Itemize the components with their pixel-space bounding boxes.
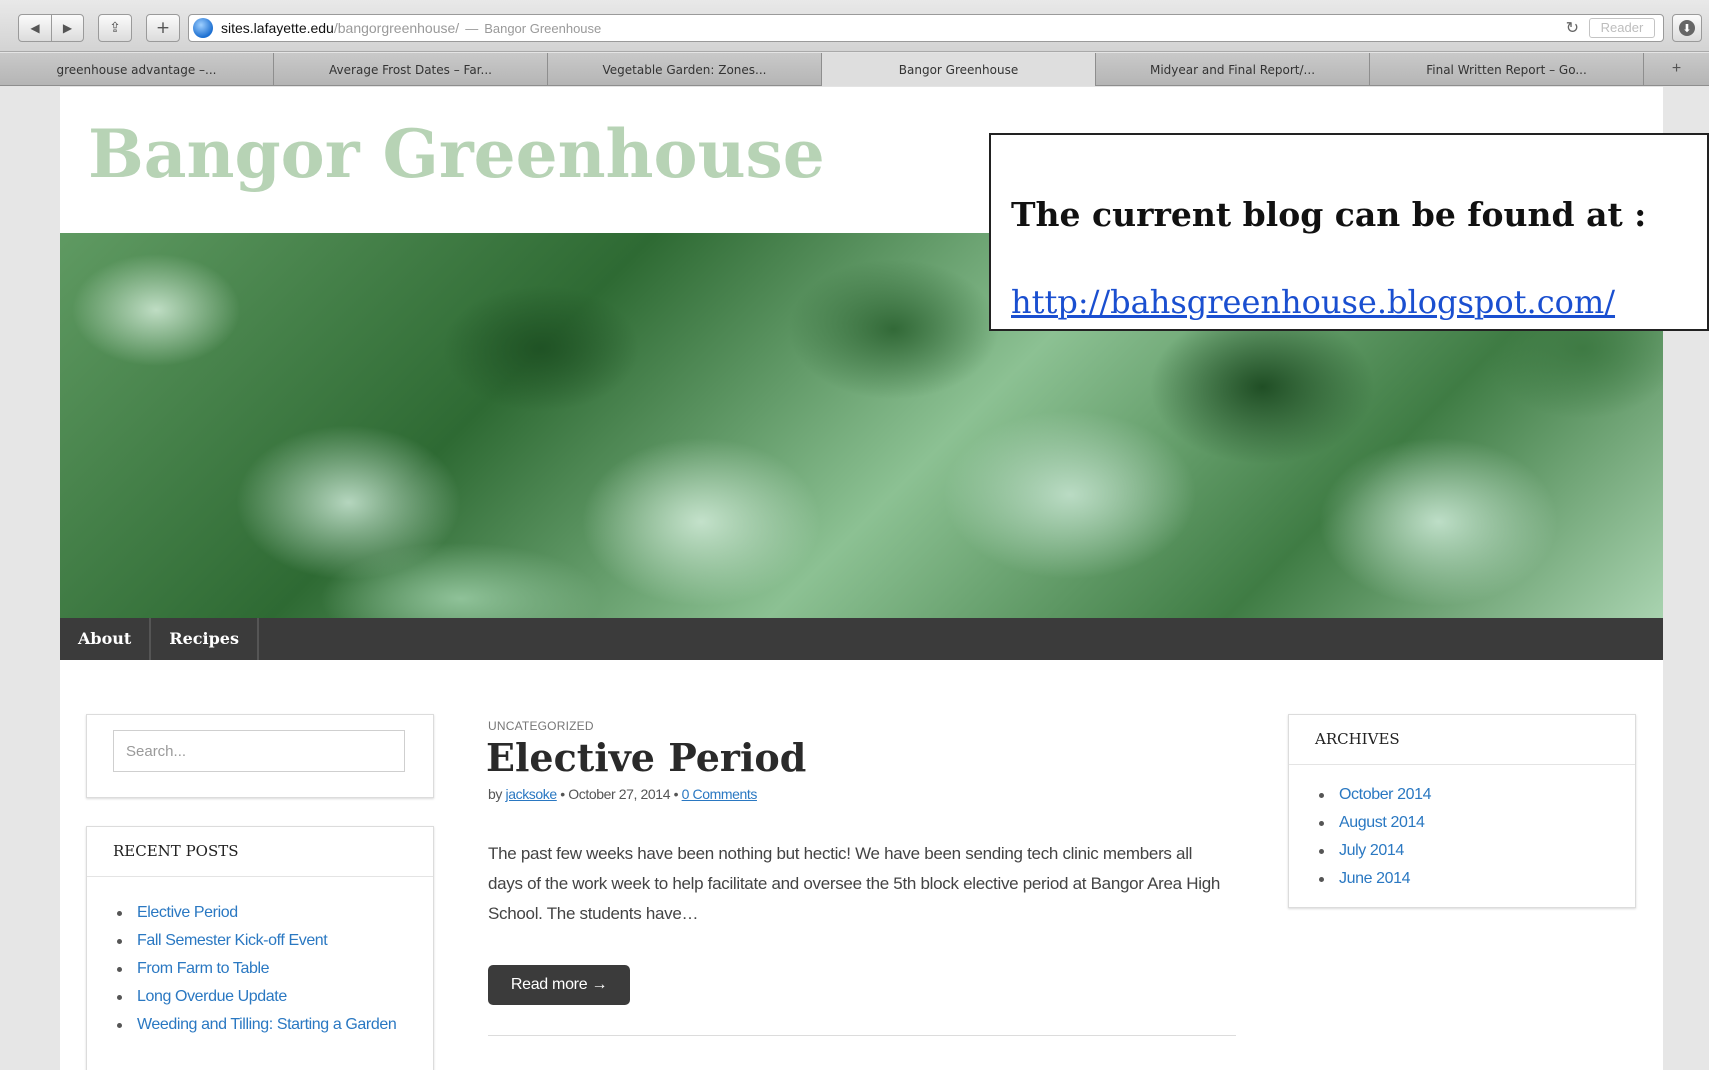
archives-title: ARCHIVES	[1289, 715, 1635, 765]
back-forward-group: ◀ ▶	[18, 14, 84, 42]
back-button-icon[interactable]: ◀	[19, 15, 51, 41]
post-date: October 27, 2014	[568, 786, 671, 802]
recent-post-link[interactable]: Fall Semester Kick-off Event	[113, 927, 413, 955]
archive-link[interactable]: August 2014	[1315, 809, 1615, 837]
post-by-label: by	[488, 786, 502, 802]
post-author-link[interactable]: jacksoke	[506, 786, 558, 802]
add-bookmark-button-icon[interactable]: +	[146, 14, 180, 42]
reload-icon[interactable]: ↻	[1566, 18, 1579, 38]
address-bar[interactable]: sites.lafayette.edu /bangorgreenhouse/ —…	[188, 14, 1664, 42]
tab-greenhouse-advantage[interactable]: greenhouse advantage –...	[0, 53, 274, 86]
post-excerpt: The past few weeks have been nothing but…	[488, 844, 1221, 923]
recent-post-link[interactable]: Long Overdue Update	[113, 983, 413, 1011]
tab-midyear-report[interactable]: Midyear and Final Report/...	[1096, 53, 1370, 86]
post-meta: by jacksoke • October 27, 2014 • 0 Comme…	[488, 786, 757, 802]
post-category[interactable]: UNCATEGORIZED	[488, 719, 594, 733]
archive-link[interactable]: June 2014	[1315, 865, 1615, 893]
url-separator: —	[465, 20, 479, 36]
menu-item-recipes[interactable]: Recipes	[151, 618, 259, 660]
tab-bar: greenhouse advantage –... Average Frost …	[0, 53, 1709, 86]
tab-final-written-report[interactable]: Final Written Report – Go...	[1370, 53, 1644, 86]
read-more-button[interactable]: Read more →	[488, 965, 630, 1005]
search-input[interactable]	[113, 730, 405, 772]
new-tab-button-icon[interactable]: +	[1644, 53, 1709, 85]
search-widget	[86, 714, 434, 798]
url-page-title: Bangor Greenhouse	[484, 20, 602, 36]
recent-post-link[interactable]: Weeding and Tilling: Starting a Garden	[113, 1011, 413, 1039]
site-title[interactable]: Bangor Greenhouse	[88, 115, 825, 193]
share-button-icon[interactable]: ⇪	[98, 14, 132, 42]
reader-button[interactable]: Reader	[1589, 18, 1655, 38]
post-comments-link[interactable]: 0 Comments	[682, 786, 758, 802]
recent-posts-widget: RECENT POSTS Elective Period Fall Semest…	[86, 826, 434, 1070]
new-blog-link[interactable]: http://bahsgreenhouse.blogspot.com/	[1011, 283, 1615, 321]
main-menu: About Recipes	[60, 618, 1663, 660]
recent-post-link[interactable]: Elective Period	[113, 899, 413, 927]
menu-item-about[interactable]: About	[60, 618, 152, 660]
browser-toolbar: ◀ ▶ ⇪ + sites.lafayette.edu /bangorgreen…	[0, 0, 1709, 52]
url-domain: sites.lafayette.edu	[221, 20, 334, 36]
meta-bullet: •	[673, 786, 679, 802]
downloads-button[interactable]: ⬇	[1672, 14, 1702, 42]
tab-bangor-greenhouse[interactable]: Bangor Greenhouse	[822, 53, 1096, 86]
post-divider	[488, 1035, 1236, 1036]
forward-button-icon[interactable]: ▶	[51, 15, 83, 41]
recent-post-link[interactable]: From Farm to Table	[113, 955, 413, 983]
meta-bullet: •	[560, 786, 565, 802]
archives-widget: ARCHIVES October 2014 August 2014 July 2…	[1288, 714, 1636, 908]
recent-posts-title: RECENT POSTS	[87, 827, 433, 877]
notice-text: The current blog can be found at :	[1011, 195, 1647, 234]
blog-moved-notice: The current blog can be found at : http:…	[989, 133, 1709, 331]
tab-vegetable-garden[interactable]: Vegetable Garden: Zones...	[548, 53, 822, 86]
tab-average-frost-dates[interactable]: Average Frost Dates – Far...	[274, 53, 548, 86]
globe-icon	[193, 18, 213, 38]
post-title[interactable]: Elective Period	[486, 735, 806, 780]
archive-link[interactable]: October 2014	[1315, 781, 1615, 809]
download-icon: ⬇	[1679, 20, 1695, 36]
recent-posts-list: Elective Period Fall Semester Kick-off E…	[87, 877, 433, 1039]
archives-list: October 2014 August 2014 July 2014 June …	[1289, 765, 1635, 893]
archive-link[interactable]: July 2014	[1315, 837, 1615, 865]
url-path: /bangorgreenhouse/	[333, 20, 460, 36]
